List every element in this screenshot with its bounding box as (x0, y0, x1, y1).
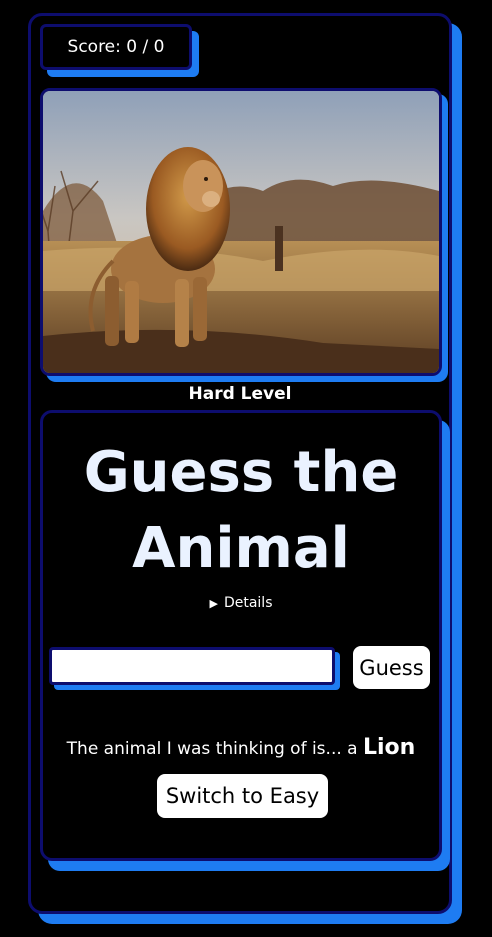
switch-difficulty-button[interactable]: Switch to Easy (157, 774, 328, 818)
score-display: Score: 0 / 0 (40, 24, 192, 70)
guess-input[interactable] (49, 647, 335, 685)
animal-photo (40, 88, 442, 376)
reveal-prefix: The animal I was thinking of is... a (66, 739, 363, 759)
details-toggle[interactable]: ▶ Details (43, 595, 439, 611)
score-label: Score: 0 / 0 (67, 37, 165, 57)
triangle-right-icon: ▶ (209, 597, 218, 610)
lion-photo-image (43, 91, 439, 373)
game-card: Guess the Animal ▶ Details Guess The anim… (40, 410, 442, 861)
details-label: Details (223, 595, 273, 611)
page-title: Guess the Animal (83, 440, 399, 581)
guess-button[interactable]: Guess (353, 646, 430, 689)
answer-reveal: The animal I was thinking of is... a Lio… (43, 735, 439, 760)
difficulty-level: Hard Level (188, 384, 292, 404)
answer-text: Lion (362, 735, 416, 760)
